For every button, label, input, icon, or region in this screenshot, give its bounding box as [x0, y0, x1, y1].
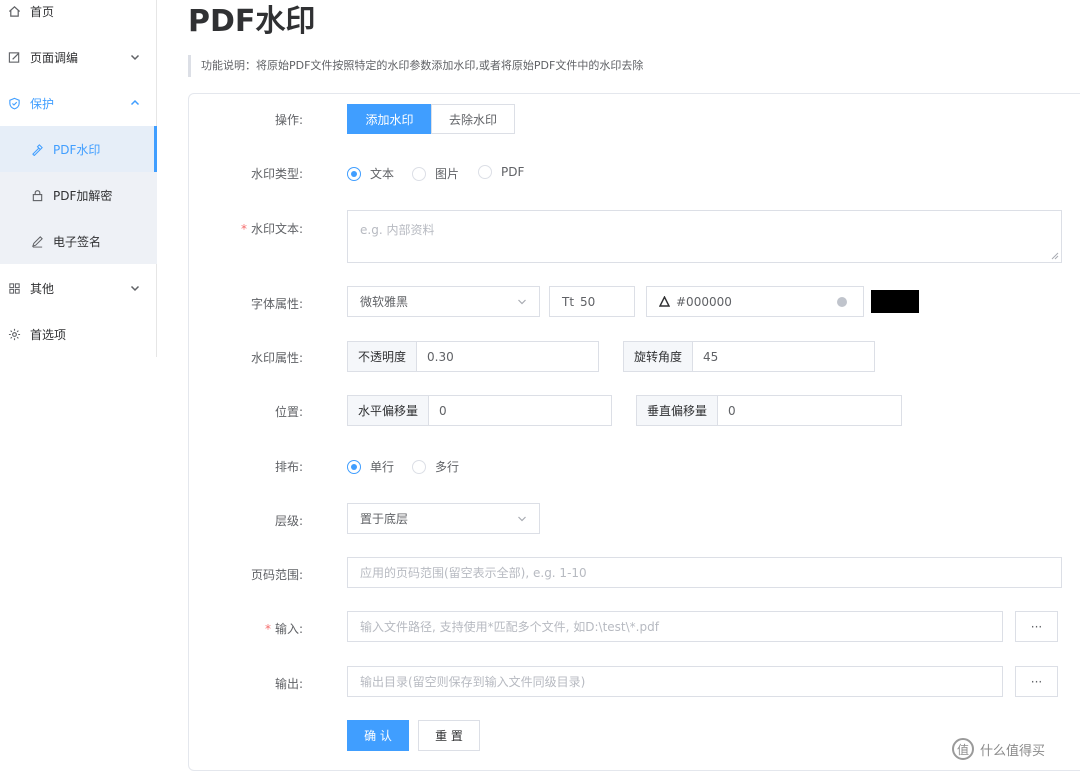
vertical-offset-prepend: 垂直偏移量	[637, 396, 719, 425]
horizontal-offset-input[interactable]: 水平偏移量 0	[347, 395, 612, 426]
required-mark: *	[264, 622, 271, 636]
radio-dot	[412, 459, 426, 474]
sidebar-item-pdf-watermark[interactable]: PDF水印	[0, 126, 157, 172]
edit-icon	[7, 50, 21, 64]
layout-radio-single[interactable]: 单行	[347, 458, 394, 475]
output-dir-input[interactable]: 输出目录(留空则保存到输入文件同级目录)	[347, 666, 1003, 697]
radio-dot	[347, 166, 361, 181]
sidebar-item-preferences[interactable]: 首选项	[0, 311, 157, 357]
app-window: 首页 页面调编 保护 PDF水印 PDF加解密 电子签名 其他 首选项 PDF水…	[0, 0, 1080, 773]
radio-label: 多行	[435, 460, 460, 474]
radio-dot	[347, 459, 361, 474]
sidebar-item-other[interactable]: 其他	[0, 265, 157, 311]
radio-label: 单行	[370, 460, 395, 474]
sidebar-item-label: 其他	[30, 281, 55, 296]
sidebar-item-label: PDF水印	[53, 142, 101, 157]
sidebar: 首页 页面调编 保护 PDF水印 PDF加解密 电子签名 其他 首选项	[0, 0, 157, 357]
font-color-icon	[659, 296, 670, 307]
clear-icon[interactable]	[837, 297, 847, 307]
page-range-label: 页码范围:	[250, 568, 303, 582]
font-size-input[interactable]: Tt 50	[549, 286, 635, 317]
sidebar-item-label: PDF加解密	[53, 188, 113, 203]
radio-label: PDF	[501, 165, 525, 179]
type-radio-text[interactable]: 文本	[347, 165, 394, 182]
position-label: 位置:	[274, 405, 303, 419]
shield-icon	[7, 96, 21, 110]
sidebar-item-page-edit[interactable]: 页面调编	[0, 34, 157, 80]
sidebar-item-label: 电子签名	[53, 234, 102, 249]
reset-button[interactable]: 重 置	[418, 720, 480, 751]
input-path-input[interactable]: 输入文件路径, 支持使用*匹配多个文件, 如D:\test\*.pdf	[347, 611, 1003, 642]
sidebar-item-pdf-encrypt[interactable]: PDF加解密	[0, 172, 157, 218]
sidebar-item-label: 页面调编	[30, 50, 79, 65]
input-label: * 输入:	[264, 622, 303, 636]
required-mark: *	[240, 222, 247, 236]
resize-handle-icon[interactable]	[1051, 252, 1059, 260]
watermark-text-input[interactable]: e.g. 内部资料	[347, 210, 1062, 263]
page-description: 功能说明：将原始PDF文件按照特定的水印参数添加水印,或者将原始PDF文件中的水…	[188, 55, 643, 77]
watermark-props-label: 水印属性:	[250, 351, 303, 365]
opacity-input[interactable]: 不透明度 0.30	[347, 341, 599, 372]
pen-icon	[30, 234, 44, 248]
font-color-input[interactable]: #000000	[646, 286, 864, 317]
operation-label: 操作:	[274, 113, 303, 127]
chevron-up-icon	[129, 97, 141, 109]
site-watermark: 值 什么值得买	[952, 738, 1045, 760]
confirm-button[interactable]: 确 认	[347, 720, 409, 751]
sidebar-item-label: 首页	[30, 4, 55, 19]
horizontal-offset-prepend: 水平偏移量	[348, 396, 430, 425]
sidebar-item-protect[interactable]: 保护	[0, 80, 157, 126]
stamp-icon	[30, 142, 44, 156]
font-props-label: 字体属性:	[250, 297, 303, 311]
input-browse-button[interactable]: ···	[1015, 611, 1058, 642]
output-label: 输出:	[274, 677, 303, 691]
zhi-logo-icon: 值	[952, 738, 974, 760]
home-icon	[7, 4, 21, 18]
rotation-prepend: 旋转角度	[624, 342, 694, 371]
type-radio-pdf[interactable]: PDF	[478, 165, 524, 179]
radio-label: 图片	[435, 167, 460, 181]
sidebar-item-label: 首选项	[30, 327, 67, 342]
chevron-down-icon	[129, 51, 141, 63]
radio-label: 文本	[370, 167, 395, 181]
grid-icon	[7, 281, 21, 295]
sidebar-submenu-protect: PDF水印 PDF加解密 电子签名	[0, 126, 157, 264]
chevron-down-icon	[518, 299, 526, 304]
radio-dot	[478, 165, 492, 179]
radio-dot	[412, 166, 426, 181]
add-watermark-button[interactable]: 添加水印	[347, 104, 432, 134]
gear-icon	[7, 327, 21, 341]
page-range-input[interactable]: 应用的页码范围(留空表示全部), e.g. 1-10	[347, 557, 1062, 588]
layer-select[interactable]: 置于底层	[347, 503, 540, 534]
watermark-text-label: * 水印文本:	[240, 222, 303, 236]
chevron-down-icon	[129, 282, 141, 294]
page-title: PDF水印	[188, 4, 316, 39]
layout-label: 排布:	[274, 460, 303, 474]
font-size-icon: Tt	[562, 294, 575, 309]
layout-radio-multi[interactable]: 多行	[412, 458, 459, 475]
vertical-offset-input[interactable]: 垂直偏移量 0	[636, 395, 902, 426]
type-radio-image[interactable]: 图片	[412, 165, 459, 182]
sidebar-item-label: 保护	[30, 96, 55, 111]
font-family-select[interactable]: 微软雅黑	[347, 286, 540, 317]
sidebar-item-home[interactable]: 首页	[0, 0, 157, 34]
watermark-type-label: 水印类型:	[250, 167, 303, 181]
sidebar-item-e-signature[interactable]: 电子签名	[0, 218, 157, 264]
remove-watermark-button[interactable]: 去除水印	[431, 104, 515, 134]
layer-label: 层级:	[274, 514, 303, 528]
lock-icon	[30, 188, 44, 202]
output-browse-button[interactable]: ···	[1015, 666, 1058, 697]
opacity-prepend: 不透明度	[348, 342, 418, 371]
color-swatch[interactable]	[871, 290, 919, 313]
rotation-input[interactable]: 旋转角度 45	[623, 341, 875, 372]
chevron-down-icon	[518, 516, 526, 521]
